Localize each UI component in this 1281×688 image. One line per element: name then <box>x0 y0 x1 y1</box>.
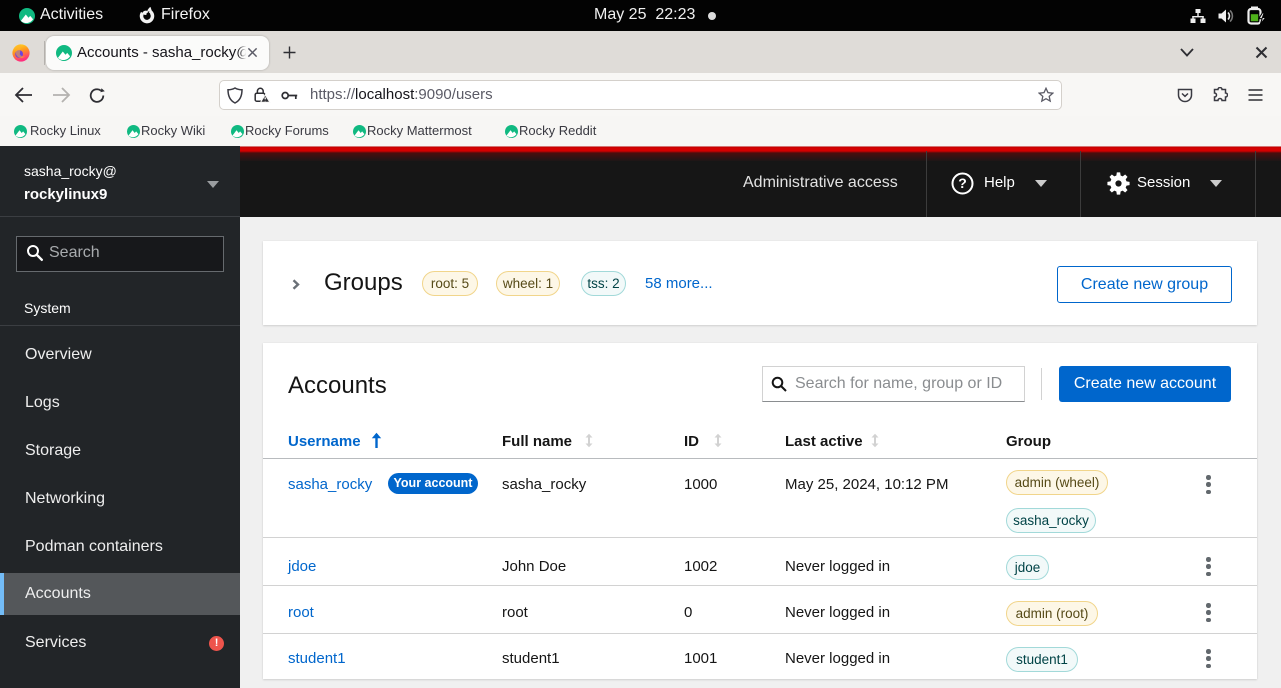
svg-text:?: ? <box>958 175 967 191</box>
